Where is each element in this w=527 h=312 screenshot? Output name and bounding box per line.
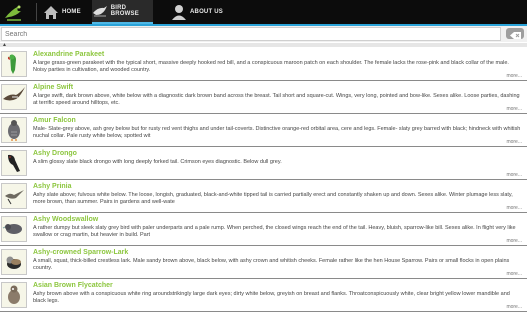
bird-name: Ashy-crowned Sparrow-Lark bbox=[33, 249, 129, 256]
person-icon bbox=[170, 3, 188, 21]
bird-thumbnail bbox=[1, 249, 27, 275]
bird-name: Alexandrine Parakeet bbox=[33, 51, 105, 58]
bird-thumbnail bbox=[1, 282, 27, 308]
search-input[interactable] bbox=[1, 27, 501, 41]
home-icon bbox=[42, 3, 60, 21]
bird-description: Ashy brown above with a conspicuous whit… bbox=[33, 291, 510, 304]
list-item[interactable]: Alpine Swift A large swift, dark brown a… bbox=[0, 81, 527, 114]
bird-description: Male- Slate-grey above, ash grey below b… bbox=[33, 126, 521, 139]
bird-name: Amur Falcon bbox=[33, 117, 76, 124]
list-item[interactable]: Alexandrine Parakeet A large grass-green… bbox=[0, 48, 527, 81]
scroll-arrow-icon: ▲ bbox=[2, 42, 7, 48]
bird-description: A slim glossy slate black drongo with lo… bbox=[33, 159, 282, 165]
app-logo bbox=[3, 2, 25, 22]
bird-description: Ashy slate above; fulvous white below. T… bbox=[33, 192, 513, 205]
search-bar bbox=[0, 26, 527, 42]
top-navigation-bar: HOME BIRD BROWSE ABOUT US bbox=[0, 0, 527, 26]
list-item[interactable]: Ashy Drongo A slim glossy slate black dr… bbox=[0, 147, 527, 180]
more-link[interactable]: more... bbox=[506, 73, 522, 79]
bird-name: Alpine Swift bbox=[33, 84, 74, 91]
bird-description: A large grass-green parakeet with the ty… bbox=[33, 60, 509, 73]
list-item[interactable]: Ashy Woodswallow A rather dumpy but slee… bbox=[0, 213, 527, 246]
bird-description: A rather dumpy but sleek slaty grey bird… bbox=[33, 225, 516, 238]
list-item[interactable]: Ashy-crowned Sparrow-Lark A small, squat… bbox=[0, 246, 527, 279]
bird-list: Alexandrine Parakeet A large grass-green… bbox=[0, 48, 527, 312]
bird-thumbnail bbox=[1, 51, 27, 77]
more-link[interactable]: more... bbox=[506, 139, 522, 145]
more-link[interactable]: more... bbox=[506, 172, 522, 178]
bird-thumbnail bbox=[1, 84, 27, 110]
bird-thumbnail bbox=[1, 150, 27, 176]
list-item[interactable]: Asian Brown Flycatcher Ashy brown above … bbox=[0, 279, 527, 312]
tab-home[interactable]: HOME bbox=[42, 0, 81, 24]
bird-thumbnail bbox=[1, 117, 27, 143]
list-item[interactable]: Ashy Prinia Ashy slate above; fulvous wh… bbox=[0, 180, 527, 213]
bird-thumbnail bbox=[1, 216, 27, 242]
bird-thumbnail bbox=[1, 183, 27, 209]
more-link[interactable]: more... bbox=[506, 205, 522, 211]
more-link[interactable]: more... bbox=[506, 106, 522, 112]
more-link[interactable]: more... bbox=[506, 304, 522, 310]
more-link[interactable]: more... bbox=[506, 238, 522, 244]
list-scroll-indicator: ▲ bbox=[0, 42, 527, 48]
clear-icon bbox=[510, 32, 521, 39]
tab-bird-browse-label: BIRD BROWSE bbox=[110, 5, 139, 17]
tab-home-label: HOME bbox=[62, 9, 81, 15]
bird-description: A large swift, dark brown above, white b… bbox=[33, 93, 520, 106]
bird-description: A small, squat, thick-billed crestless l… bbox=[33, 258, 510, 271]
bird-name: Asian Brown Flycatcher bbox=[33, 282, 113, 289]
bird-name: Ashy Woodswallow bbox=[33, 216, 99, 223]
more-link[interactable]: more... bbox=[506, 271, 522, 277]
tab-bird-browse[interactable]: BIRD BROWSE bbox=[92, 0, 153, 24]
nav-divider bbox=[36, 3, 37, 21]
clear-search-button[interactable] bbox=[506, 28, 524, 39]
bird-name: Ashy Prinia bbox=[33, 183, 72, 190]
tab-about-us-label: ABOUT US bbox=[190, 9, 223, 15]
list-item[interactable]: Amur Falcon Male- Slate-grey above, ash … bbox=[0, 114, 527, 147]
bird-name: Ashy Drongo bbox=[33, 150, 77, 157]
tab-about-us[interactable]: ABOUT US bbox=[170, 0, 223, 24]
bird-icon bbox=[92, 2, 109, 20]
